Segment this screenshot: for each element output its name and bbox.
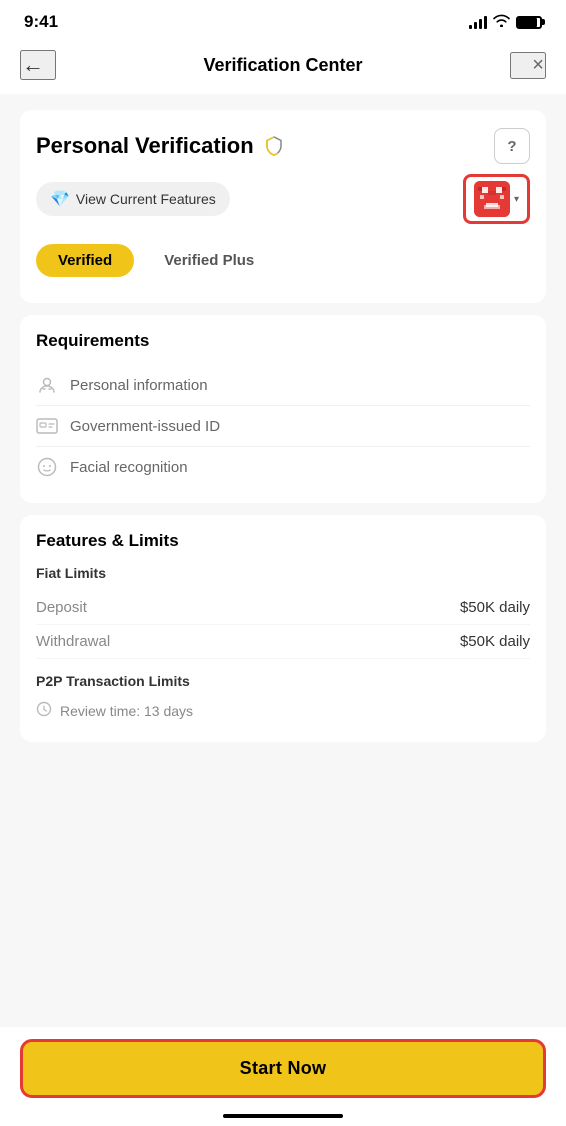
status-time: 9:41	[24, 12, 58, 32]
signal-icon	[469, 15, 487, 29]
back-button[interactable]: ←	[20, 50, 56, 80]
shield-icon	[262, 134, 286, 158]
main-content: Personal Verification ? 💎 View Current F…	[0, 94, 566, 1080]
req-facial-recognition: Facial recognition	[36, 447, 530, 487]
fiat-limits-title: Fiat Limits	[36, 565, 530, 581]
tabs-row: Verified Verified Plus	[36, 230, 530, 287]
features-limits-card: Features & Limits Fiat Limits Deposit $5…	[20, 515, 546, 742]
title-left: Personal Verification	[36, 133, 286, 159]
features-button-label: View Current Features	[76, 191, 216, 207]
fiat-withdrawal-value: $50K daily	[460, 633, 530, 650]
fiat-withdrawal-row: Withdrawal $50K daily	[36, 625, 530, 659]
review-time-label: Review time: 13 days	[60, 703, 193, 719]
top-section-card: Personal Verification ? 💎 View Current F…	[20, 110, 546, 303]
status-icons	[469, 14, 542, 30]
req-government-id: Government-issued ID	[36, 406, 530, 447]
avatar-dropdown[interactable]: ▾	[463, 174, 530, 224]
face-icon	[36, 456, 58, 478]
page-header-title: Verification Center	[203, 55, 362, 76]
req-facial-recognition-label: Facial recognition	[70, 459, 188, 476]
bottom-bar: Start Now	[0, 1027, 566, 1126]
features-row: 💎 View Current Features	[36, 174, 530, 224]
status-bar: 9:41	[0, 0, 566, 40]
req-government-id-label: Government-issued ID	[70, 418, 220, 435]
tab-verified[interactable]: Verified	[36, 244, 134, 277]
nav-header: ← Verification Center ×	[0, 40, 566, 94]
fiat-withdrawal-label: Withdrawal	[36, 633, 110, 650]
p2p-limits-title: P2P Transaction Limits	[36, 673, 530, 689]
fiat-deposit-label: Deposit	[36, 599, 87, 616]
close-button[interactable]: ×	[510, 52, 546, 79]
person-icon	[36, 374, 58, 396]
p2p-review-time: Review time: 13 days	[36, 695, 530, 726]
req-personal-info: Personal information	[36, 365, 530, 406]
view-current-features-button[interactable]: 💎 View Current Features	[36, 182, 230, 216]
clock-icon	[36, 701, 52, 720]
battery-icon	[516, 16, 542, 29]
home-indicator	[223, 1114, 343, 1118]
requirements-card: Requirements Personal information	[20, 315, 546, 503]
start-now-button[interactable]: Start Now	[20, 1039, 546, 1098]
avatar	[474, 181, 510, 217]
requirements-title: Requirements	[36, 331, 530, 351]
title-row: Personal Verification ?	[36, 128, 530, 164]
tab-verified-plus[interactable]: Verified Plus	[142, 244, 276, 277]
help-button[interactable]: ?	[494, 128, 530, 164]
req-personal-info-label: Personal information	[70, 377, 208, 394]
wifi-icon	[493, 14, 510, 30]
diamond-icon: 💎	[50, 189, 70, 209]
features-limits-title: Features & Limits	[36, 531, 530, 551]
dropdown-arrow-icon: ▾	[514, 194, 519, 205]
fiat-deposit-row: Deposit $50K daily	[36, 591, 530, 625]
id-card-icon	[36, 415, 58, 437]
page-title: Personal Verification	[36, 133, 254, 159]
fiat-deposit-value: $50K daily	[460, 599, 530, 616]
